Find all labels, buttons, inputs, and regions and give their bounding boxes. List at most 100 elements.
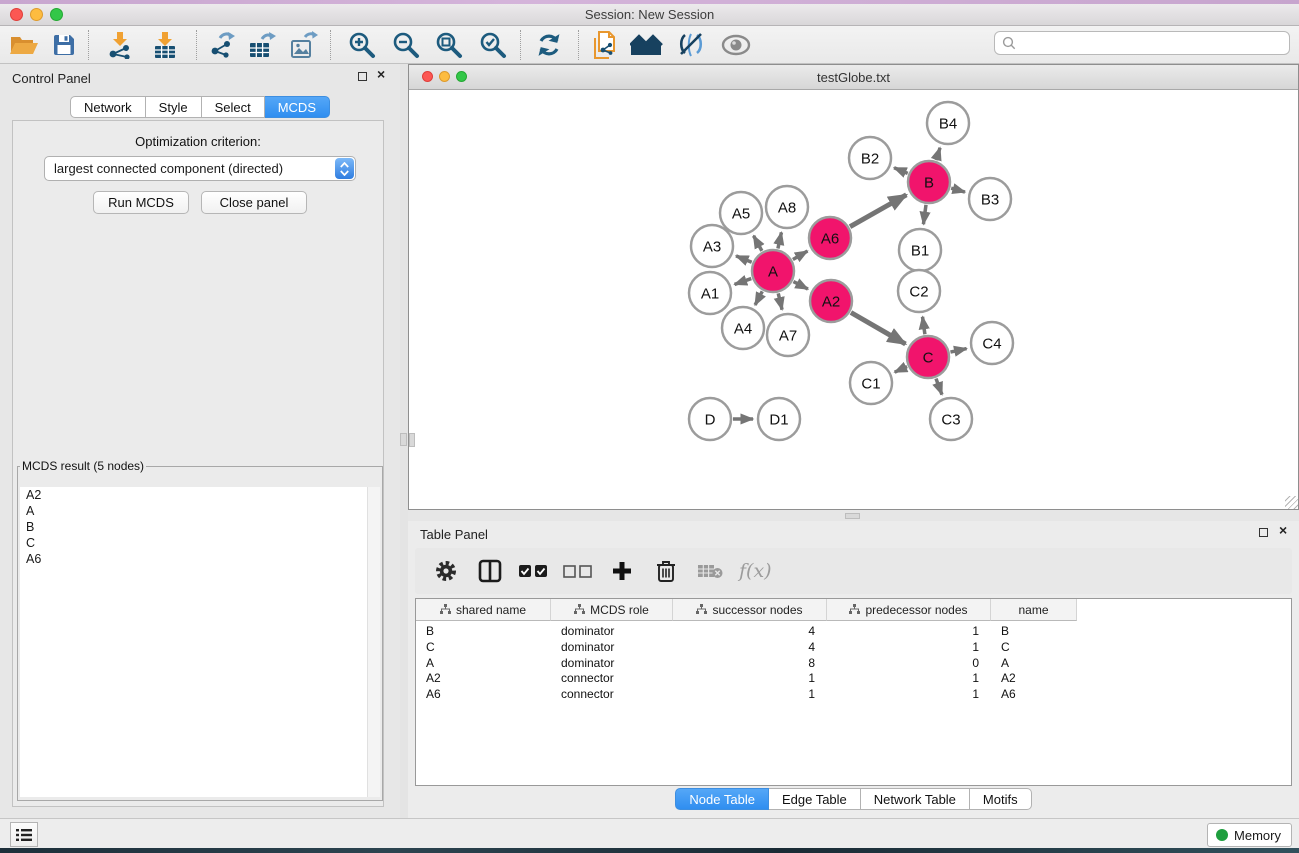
edge-A-A8[interactable] — [778, 232, 782, 248]
cell-predecessor-nodes[interactable]: 0 — [827, 655, 979, 671]
cell-shared-name[interactable]: C — [426, 639, 551, 655]
refresh-icon[interactable] — [532, 29, 566, 61]
hide-annotations-icon[interactable] — [674, 29, 708, 61]
close-panel-icon[interactable]: × — [377, 69, 385, 80]
cell-shared-name[interactable]: A6 — [426, 686, 551, 702]
tab-style[interactable]: Style — [146, 96, 202, 118]
zoom-in-icon[interactable] — [345, 29, 379, 61]
import-network-icon[interactable] — [103, 29, 137, 61]
edge-C-C4[interactable] — [950, 349, 966, 353]
node-C1[interactable]: C1 — [850, 362, 892, 404]
open-file-icon[interactable] — [7, 29, 41, 61]
cell-shared-name[interactable]: A — [426, 655, 551, 671]
edge-B-B1[interactable] — [923, 205, 926, 224]
result-list-scrollbar[interactable] — [367, 487, 380, 797]
column-header-shared-name[interactable]: shared name — [416, 599, 551, 621]
edge-B-B4[interactable] — [936, 148, 940, 160]
edge-B-B2[interactable] — [894, 168, 908, 174]
tab-node-table[interactable]: Node Table — [675, 788, 769, 810]
network-window-titlebar[interactable]: testGlobe.txt — [409, 65, 1298, 90]
cell-predecessor-nodes[interactable]: 1 — [827, 639, 979, 655]
result-item[interactable]: C — [20, 535, 380, 551]
select-all-checks-icon[interactable] — [519, 556, 549, 586]
edge-C-C3[interactable] — [936, 379, 942, 395]
edge-A-A5[interactable] — [754, 236, 762, 251]
task-history-button[interactable] — [10, 822, 38, 847]
horizontal-split-divider[interactable] — [408, 510, 1299, 521]
cell-name[interactable]: A2 — [1001, 670, 1077, 686]
delete-table-icon[interactable] — [695, 556, 725, 586]
zoom-selected-icon[interactable] — [476, 29, 510, 61]
edge-C-C1[interactable] — [895, 367, 907, 373]
node-C3[interactable]: C3 — [930, 398, 972, 440]
table-close-icon[interactable]: × — [1279, 525, 1287, 536]
tab-network-table[interactable]: Network Table — [861, 788, 970, 810]
node-B4[interactable]: B4 — [927, 102, 969, 144]
cell-successor-nodes[interactable]: 8 — [673, 655, 815, 671]
edge-B-B3[interactable] — [951, 188, 965, 192]
home-icon[interactable] — [630, 29, 664, 61]
node-B2[interactable]: B2 — [849, 137, 891, 179]
table-float-icon[interactable] — [1259, 528, 1268, 539]
node-B[interactable]: B — [908, 161, 950, 203]
network-resize-grip[interactable] — [1285, 496, 1298, 509]
cell-name[interactable]: C — [1001, 639, 1077, 655]
float-panel-icon[interactable] — [358, 72, 367, 83]
cell-MCDS-role[interactable]: connector — [561, 686, 673, 702]
run-mcds-button[interactable]: Run MCDS — [93, 191, 189, 214]
duplicate-network-icon[interactable] — [588, 29, 622, 61]
clear-checks-icon[interactable] — [563, 556, 593, 586]
cell-name[interactable]: A — [1001, 655, 1077, 671]
add-column-icon[interactable] — [607, 556, 637, 586]
column-header-name[interactable]: name — [991, 599, 1077, 621]
tab-select[interactable]: Select — [202, 96, 265, 118]
cell-MCDS-role[interactable]: connector — [561, 670, 673, 686]
trash-icon[interactable] — [651, 556, 681, 586]
node-C[interactable]: C — [907, 336, 949, 378]
gear-icon[interactable] — [431, 556, 461, 586]
node-A7[interactable]: A7 — [767, 314, 809, 356]
edge-A6-B[interactable] — [850, 195, 906, 227]
node-B1[interactable]: B1 — [899, 229, 941, 271]
vertical-split-divider[interactable] — [400, 64, 408, 818]
tab-motifs[interactable]: Motifs — [970, 788, 1032, 810]
network-canvas[interactable]: AA1A2A3A4A5A6A7A8BB1B2B3B4CC1C2C3C4DD1 — [409, 90, 1298, 509]
cell-MCDS-role[interactable]: dominator — [561, 655, 673, 671]
cell-predecessor-nodes[interactable]: 1 — [827, 623, 979, 639]
edge-A-A2[interactable] — [793, 282, 807, 289]
canvas-left-handle[interactable] — [409, 433, 415, 447]
tab-network[interactable]: Network — [70, 96, 146, 118]
cell-shared-name[interactable]: B — [426, 623, 551, 639]
node-B3[interactable]: B3 — [969, 178, 1011, 220]
search-input[interactable] — [1021, 36, 1289, 50]
tab-mcds[interactable]: MCDS — [265, 96, 330, 118]
node-D1[interactable]: D1 — [758, 398, 800, 440]
h-divider-handle[interactable] — [845, 513, 860, 519]
node-A[interactable]: A — [752, 250, 794, 292]
cell-successor-nodes[interactable]: 4 — [673, 639, 815, 655]
divider-collapse-handle[interactable] — [400, 433, 407, 446]
edge-A2-C[interactable] — [851, 312, 906, 344]
cell-MCDS-role[interactable]: dominator — [561, 639, 673, 655]
cell-successor-nodes[interactable]: 1 — [673, 686, 815, 702]
cell-MCDS-role[interactable]: dominator — [561, 623, 673, 639]
close-panel-button[interactable]: Close panel — [201, 191, 307, 214]
node-A6[interactable]: A6 — [809, 217, 851, 259]
split-columns-icon[interactable] — [475, 556, 505, 586]
column-header-MCDS-role[interactable]: MCDS role — [551, 599, 673, 621]
cell-shared-name[interactable]: A2 — [426, 670, 551, 686]
edge-A-A7[interactable] — [778, 293, 782, 309]
zoom-out-icon[interactable] — [389, 29, 423, 61]
node-A3[interactable]: A3 — [691, 225, 733, 267]
cell-successor-nodes[interactable]: 1 — [673, 670, 815, 686]
node-A2[interactable]: A2 — [810, 280, 852, 322]
node-A4[interactable]: A4 — [722, 307, 764, 349]
cell-name[interactable]: A6 — [1001, 686, 1077, 702]
edge-A-A1[interactable] — [735, 279, 752, 285]
node-D[interactable]: D — [689, 398, 731, 440]
export-table-icon[interactable] — [245, 29, 279, 61]
zoom-fit-icon[interactable] — [432, 29, 466, 61]
export-image-icon[interactable] — [287, 29, 321, 61]
cell-predecessor-nodes[interactable]: 1 — [827, 670, 979, 686]
import-table-icon[interactable] — [148, 29, 182, 61]
